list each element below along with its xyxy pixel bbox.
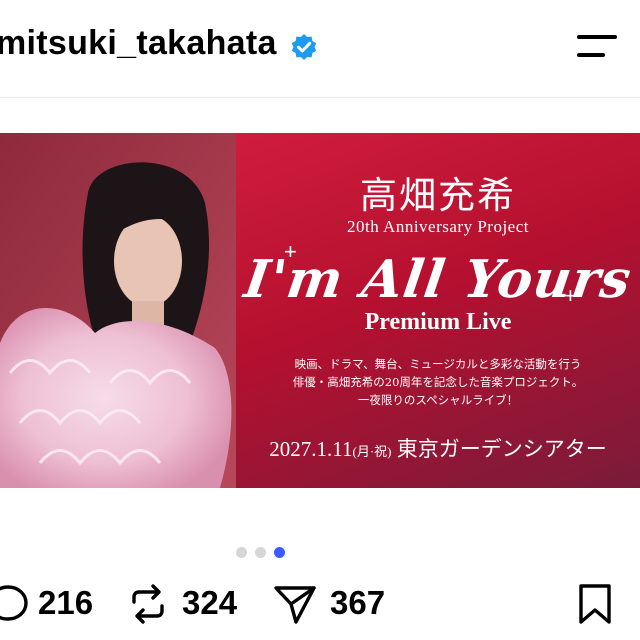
artist-photo	[0, 133, 236, 488]
share-count: 367	[330, 584, 386, 621]
username[interactable]: mitsuki_takahata	[0, 24, 277, 63]
repost-count: 324	[182, 584, 238, 621]
hamburger-menu-icon[interactable]	[577, 33, 619, 59]
banner-premium-live: Premium Live	[364, 309, 512, 335]
carousel-dot-active[interactable]	[274, 547, 285, 558]
post-image[interactable]: 高畑充希 20th Anniversary Project I'm All Yo…	[0, 133, 640, 488]
banner-date-venue: 2027.1.11(月·祝) 東京ガーデンシアター	[269, 437, 607, 461]
post-actions: 216 324 367	[0, 578, 640, 634]
bookmark-icon[interactable]	[575, 582, 615, 626]
banner-description: 映画、ドラマ、舞台、ミュージカルと多彩な活動を行う 俳優・高畑充希の20周年を記…	[292, 357, 584, 407]
carousel-dot[interactable]	[236, 547, 247, 558]
verified-badge-icon	[291, 34, 317, 60]
event-banner: 高畑充希 20th Anniversary Project I'm All Yo…	[236, 133, 640, 488]
comment-icon[interactable]	[0, 582, 30, 626]
banner-project-title: 20th Anniversary Project	[347, 217, 529, 236]
sparkle-icon: +	[564, 283, 577, 308]
banner-artist-name: 高畑充希	[360, 174, 516, 217]
repost-icon[interactable]	[126, 582, 170, 626]
post-header: mitsuki_takahata	[0, 0, 640, 98]
share-icon[interactable]	[272, 582, 318, 626]
carousel-dot[interactable]	[255, 547, 266, 558]
comment-count: 216	[38, 584, 94, 621]
sparkle-icon: +	[284, 239, 297, 264]
